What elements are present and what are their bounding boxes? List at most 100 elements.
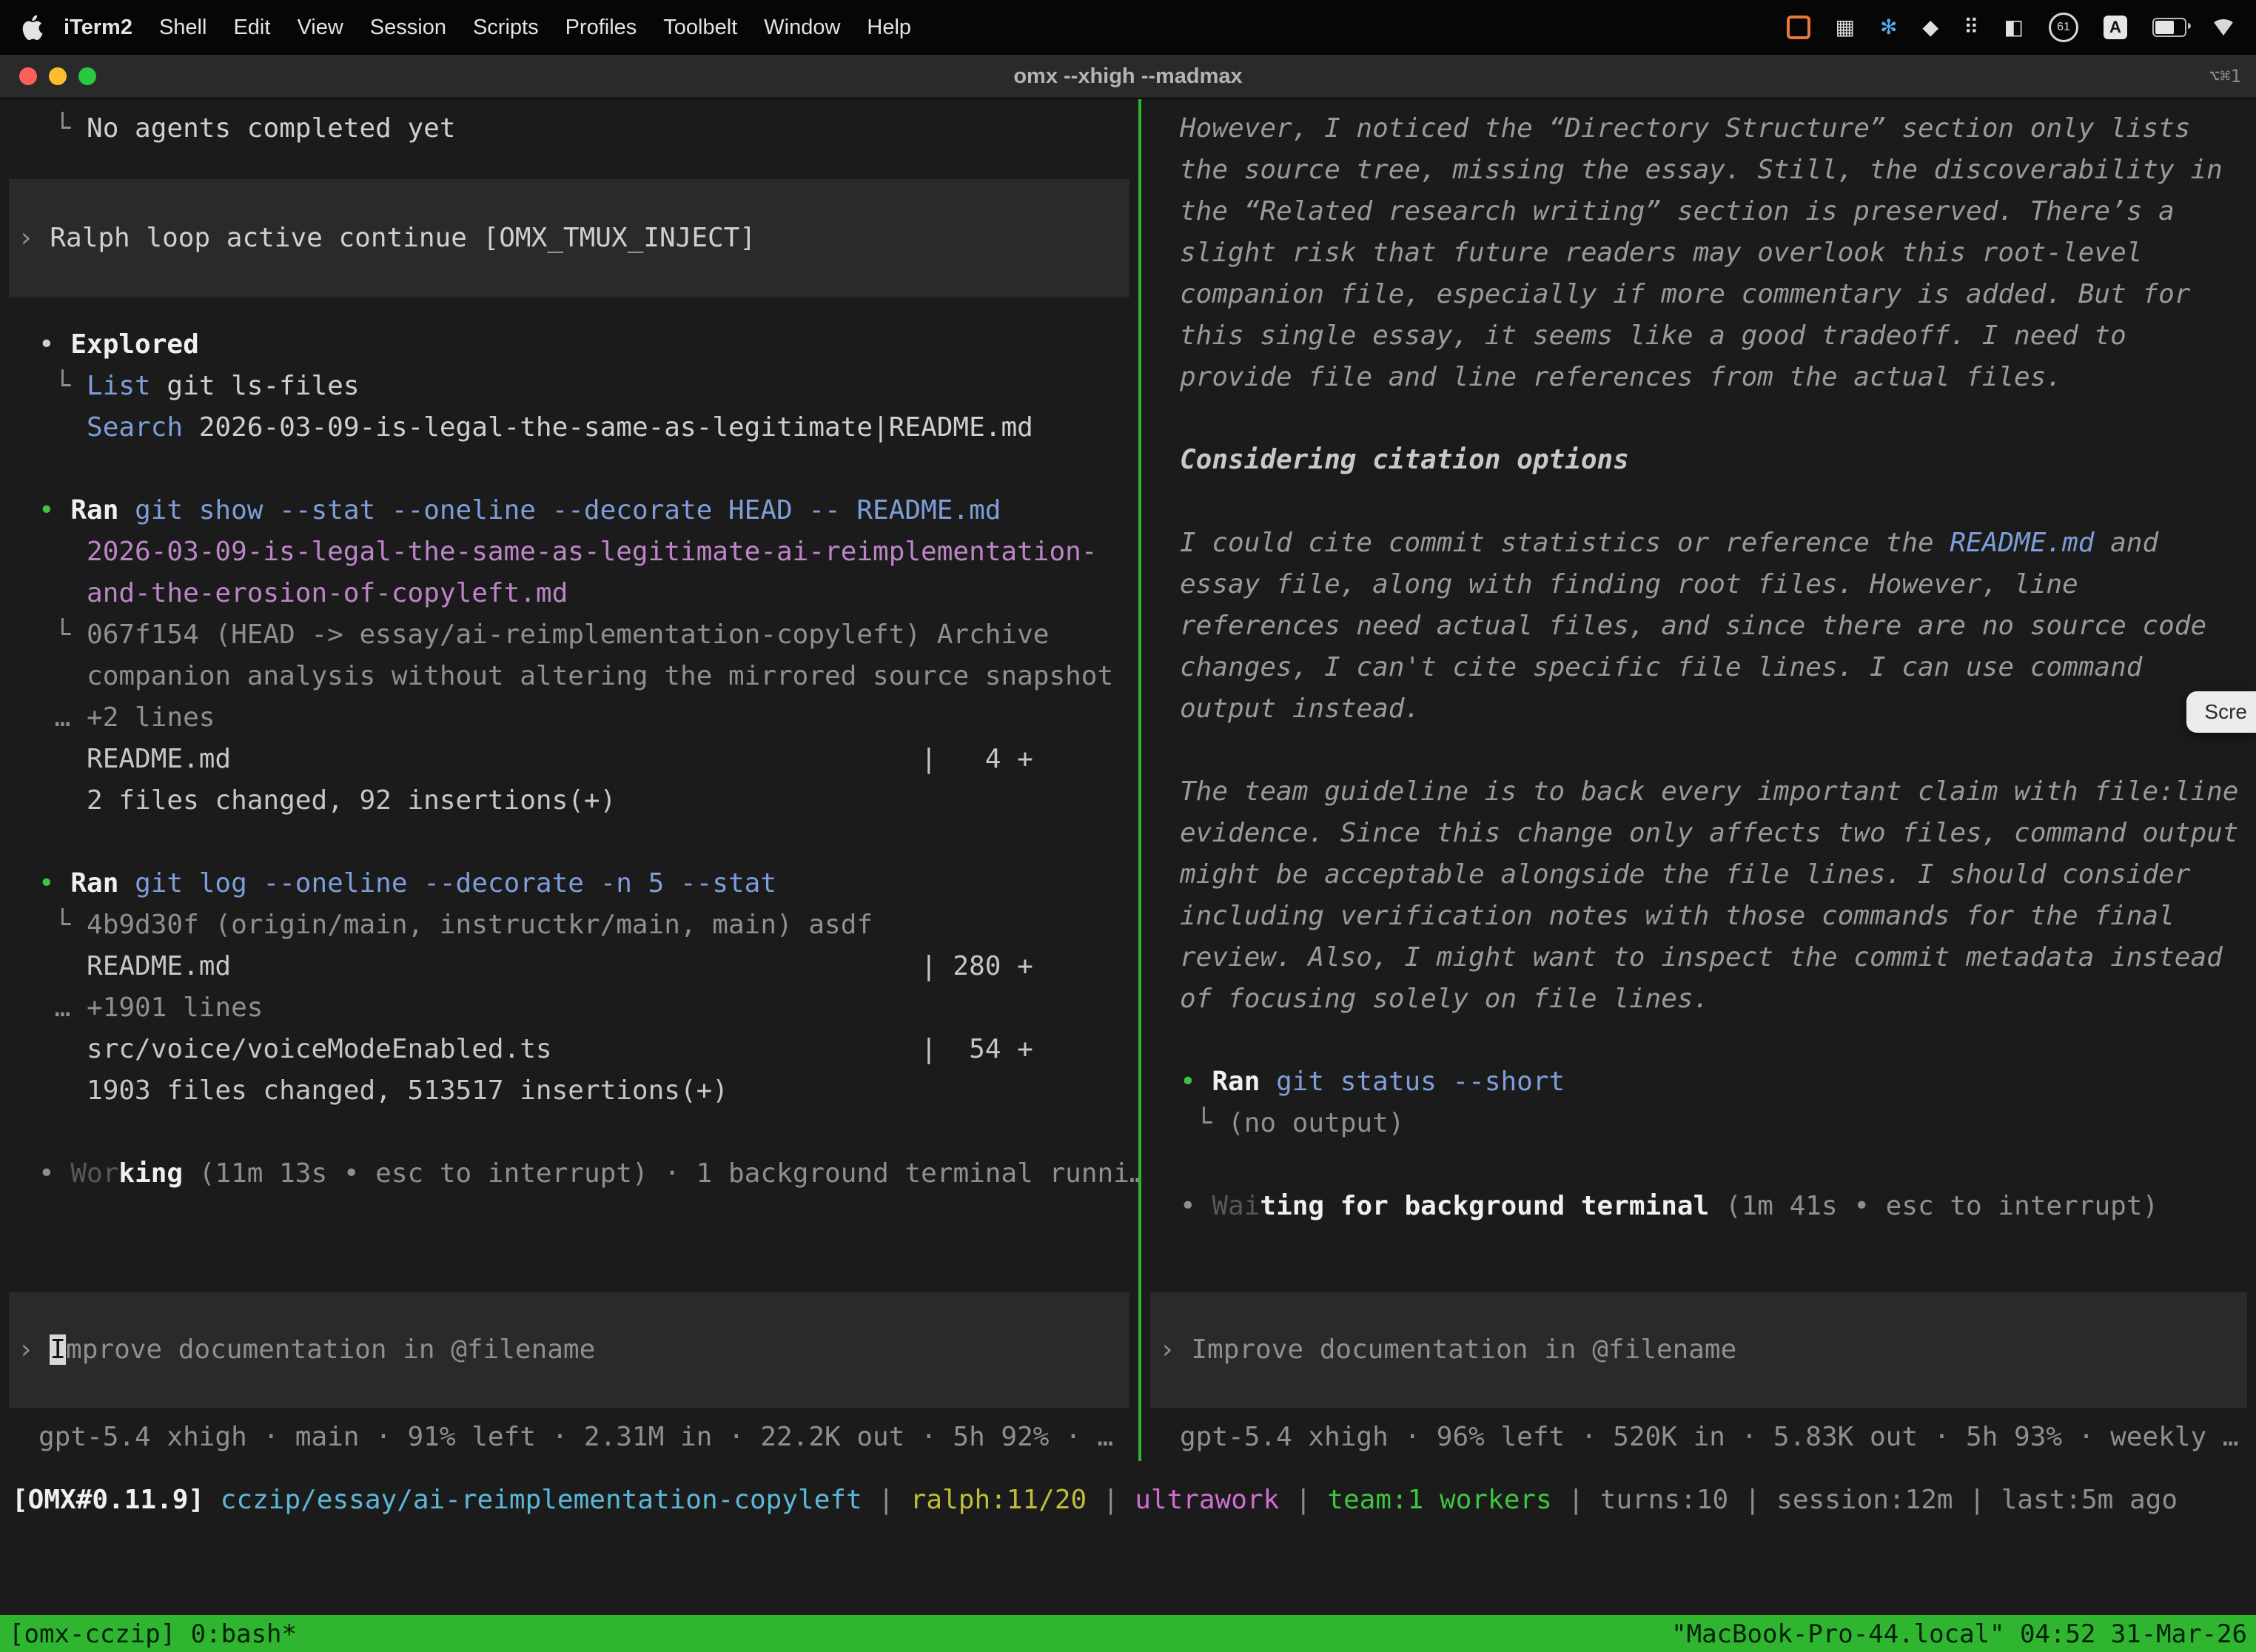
terminal-line: └ No agents completed yet [0,108,1138,150]
text-segment: | [862,1485,910,1515]
text-segment: team:1 workers [1327,1485,1551,1515]
text-segment: 1903 files changed, 513517 insertions(+) [38,1075,728,1106]
menu-item-edit[interactable]: Edit [233,16,270,40]
dots-grid-icon[interactable]: ⠿ [1964,17,1979,38]
shortcuts-icon[interactable]: ✻ [1880,17,1897,38]
terminal-line: companion analysis without altering the … [0,656,1138,697]
omx-status-bar: [OMX#0.11.9] cczip/essay/ai-reimplementa… [0,1461,2256,1535]
menu-item-session[interactable]: Session [370,16,446,40]
text-segment: ralph:11/20 [910,1485,1087,1515]
text-segment: The team guideline is to back every impo… [1180,776,2238,807]
battery-percentage-badge[interactable]: 61 [2049,13,2078,42]
terminal-line [1141,730,2256,771]
panel-icon[interactable]: ◧ [2004,17,2024,38]
text-segment: • [38,868,70,899]
menu-item-help[interactable]: Help [867,16,911,40]
text-segment: | [1087,1485,1135,1515]
battery-fill [2155,21,2174,34]
right-pane-scrollback[interactable]: However, I noticed the “Directory Struct… [1141,99,2256,1292]
text-segment: • [38,1158,70,1189]
text-segment: └ [38,371,87,401]
text-segment: git show --stat --oneline --decorate HEA… [118,495,1001,526]
terminal-line [1141,481,2256,523]
text-segment: references need actual files, and since … [1180,611,2206,641]
terminal-line [1141,398,2256,440]
terminal-line: 1903 files changed, 513517 insertions(+) [0,1070,1138,1112]
text-segment: ultrawork [1135,1485,1279,1515]
text-segment: the “Related research writing” section i… [1180,196,2175,226]
terminal-line: • Ran git show --stat --oneline --decora… [0,490,1138,531]
window-title-bar: omx --xhigh --madmax ⌥⌘1 [0,55,2256,99]
terminal-line: references need actual files, and since … [1141,605,2256,647]
menu-item-view[interactable]: View [297,16,343,40]
text-segment: git status --short [1260,1067,1565,1097]
tmux-session-label[interactable]: [omx-cczip] 0:bash* [9,1619,297,1649]
terminal-line: 2026-03-09-is-legal-the-same-as-legitima… [0,531,1138,573]
right-pane: However, I noticed the “Directory Struct… [1141,99,2256,1461]
tmux-panes: └ No agents completed yet › Ralph loop ac… [0,99,2256,1461]
menu-app-name[interactable]: iTerm2 [64,16,132,40]
text-segment: and-the-erosion-of-copyleft.md [38,578,568,608]
text-segment: › [18,223,50,253]
terminal-line [1141,1020,2256,1061]
text-segment: this single essay, it seems like a good … [1180,320,2126,351]
text-segment: and [2094,528,2158,558]
window-manager-icon[interactable]: ▦ [1836,17,1855,38]
menu-item-scripts[interactable]: Scripts [473,16,539,40]
menu-item-shell[interactable]: Shell [159,16,207,40]
text-segment: might be acceptable alongside the file l… [1180,859,2190,890]
text-segment: • [1180,1191,1212,1221]
screen-recording-indicator-icon[interactable] [1787,16,1810,39]
text-segment: … +2 lines [38,702,215,733]
window-title: omx --xhigh --madmax [0,64,2256,89]
input-source-icon[interactable]: A [2104,16,2127,39]
terminal-line: I could cite commit statistics or refere… [1141,523,2256,564]
text-segment: (1m 41s • esc to interrupt) [1709,1191,2158,1221]
wifi-icon[interactable] [2212,19,2235,36]
menu-item-toolbelt[interactable]: Toolbelt [663,16,737,40]
text-segment: Ran [1212,1067,1260,1097]
terminal-line: src/voice/voiceModeEnabled.ts | 54 + [0,1029,1138,1070]
text-segment: including verification notes with those … [1180,901,2175,931]
app-badge-icon[interactable]: ◆ [1922,17,1938,38]
terminal: └ No agents completed yet › Ralph loop ac… [0,99,2256,1652]
text-segment: companion analysis without altering the … [38,661,1113,691]
terminal-line: • Ran git status --short [1141,1061,2256,1103]
terminal-line: └ (no output) [1141,1103,2256,1144]
text-segment: src/voice/voiceModeEnabled.ts | 54 + [38,1034,1033,1064]
left-prompt-input[interactable]: › Improve documentation in @filename [9,1292,1129,1408]
text-segment: of focusing solely on file lines. [1180,984,1709,1014]
text-segment: README.md [1950,528,2094,558]
screen-notification[interactable]: Scre [2186,691,2256,733]
terminal-line [0,822,1138,863]
text-segment: output instead. [1180,694,1420,724]
left-session-status: gpt-5.4 xhigh · main · 91% left · 2.31M … [0,1417,1138,1461]
terminal-line: • Ran git log --oneline --decorate -n 5 … [0,863,1138,904]
text-segment: git ls-files [151,371,360,401]
text-segment: • [38,329,70,360]
apple-menu-icon[interactable] [21,16,44,39]
text-segment: However, I noticed the “Directory Struct… [1180,113,2190,144]
terminal-line [1141,1144,2256,1186]
terminal-line: review. Also, I might want to inspect th… [1141,937,2256,978]
terminal-line: • Working (11m 13s • esc to interrupt) ·… [0,1153,1138,1195]
terminal-line: essay file, along with finding root file… [1141,564,2256,605]
tmux-status-bar: [omx-cczip] 0:bash* "MacBook-Pro-44.loca… [0,1615,2256,1652]
menu-item-window[interactable]: Window [764,16,840,40]
battery-icon[interactable] [2152,18,2186,37]
terminal-line: the source tree, missing the essay. Stil… [1141,150,2256,191]
terminal-line: • Waiting for background terminal (1m 41… [1141,1186,2256,1227]
notice-box: › Ralph loop active continue [OMX_TMUX_I… [9,179,1129,298]
terminal-line: and-the-erosion-of-copyleft.md [0,573,1138,614]
tmux-host-clock: "MacBook-Pro-44.local" 04:52 31-Mar-26 [1671,1619,2247,1649]
text-segment: Wor [70,1158,118,1189]
terminal-line: including verification notes with those … [1141,896,2256,937]
text-segment: Explored [70,329,198,360]
left-pane-scrollback[interactable]: └ No agents completed yet › Ralph loop ac… [0,99,1138,1292]
text-segment: README.md | 4 + [38,744,1033,774]
terminal-line: └ 067f154 (HEAD -> essay/ai-reimplementa… [0,614,1138,656]
menu-item-profiles[interactable]: Profiles [565,16,637,40]
text-segment: … +1901 lines [38,993,263,1023]
text-segment: 2026-03-09-is-legal-the-same-as-legitima… [183,412,1033,443]
right-prompt-input[interactable]: › Improve documentation in @filename [1150,1292,2247,1408]
